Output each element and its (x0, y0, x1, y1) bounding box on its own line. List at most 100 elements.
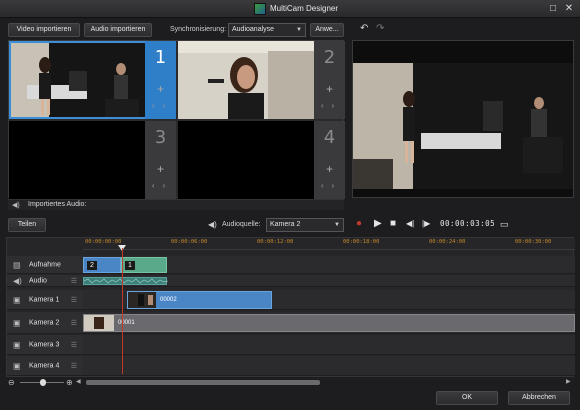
add-icon[interactable]: + (314, 163, 345, 175)
track-name: Kamera 3 (29, 341, 60, 348)
camera-3-controls: 3 + ‹› (145, 121, 176, 199)
preview-player (352, 40, 574, 198)
track-lane-camera-4[interactable] (83, 356, 575, 376)
ruler-tick: 00:00:00:00 (85, 239, 122, 245)
camera-icon: ▣ (13, 361, 21, 370)
sync-select[interactable]: Audioanalyse ▼ (228, 23, 306, 37)
audio-source-value: Kamera 2 (270, 221, 301, 228)
speaker-icon: ◀) (13, 276, 22, 285)
ruler-tick: 00:00:24:00 (429, 239, 466, 245)
camera-3-number: 3 (154, 127, 167, 148)
camera-1-thumbnail (9, 41, 145, 119)
import-audio-button[interactable]: Audio importieren (84, 23, 152, 37)
clip-name: 00002 (160, 297, 177, 303)
camera-2-number: 2 (323, 47, 336, 68)
apply-button[interactable]: Anwe... (310, 23, 344, 37)
audio-clip[interactable] (83, 277, 169, 285)
menu-icon[interactable]: ☰ (71, 362, 77, 370)
maximize-button[interactable]: □ (547, 3, 559, 15)
chevron-down-icon: ▼ (296, 27, 302, 33)
recording-icon: ▤ (13, 260, 21, 269)
redo-icon[interactable]: ↷ (376, 23, 384, 34)
camera-cell-4[interactable]: 4 + ‹› (178, 121, 345, 199)
stop-icon[interactable]: ■ (390, 217, 396, 231)
track-header-recording: ▤ Aufnahme (7, 256, 83, 274)
ok-button[interactable]: OK (436, 391, 498, 405)
add-icon[interactable]: + (314, 83, 345, 95)
camera-cell-1[interactable]: 1 + ‹› (9, 41, 176, 119)
play-icon[interactable]: ▶ (374, 217, 382, 231)
track-lane-audio[interactable] (83, 275, 575, 287)
camera-icon: ▣ (13, 295, 21, 304)
cancel-button[interactable]: Abbrechen (508, 391, 570, 405)
zoom-slider-handle[interactable] (40, 379, 46, 386)
track-name: Kamera 2 (29, 319, 60, 326)
track-header-audio: ◀) Audio ☰ (7, 275, 83, 287)
camera-2-controls: 2 + ‹› (314, 41, 345, 119)
transport-controls: ● ▶ ■ ◀| |▶ 00:00:03:05 ▭ (352, 216, 574, 232)
track-header-camera-4: ▣ Kamera 4 ☰ (7, 356, 83, 376)
track-name: Aufnahme (29, 261, 61, 268)
track-name: Kamera 4 (29, 362, 60, 369)
menu-icon[interactable]: ☰ (71, 319, 77, 327)
camera-2-thumbnail (178, 41, 314, 119)
undo-icon[interactable]: ↶ (360, 23, 368, 34)
record-icon[interactable]: ● (356, 217, 362, 231)
camera-icon: ▣ (13, 318, 21, 327)
ruler-tick: 00:00:06:00 (171, 239, 208, 245)
menu-icon[interactable]: ☰ (71, 341, 77, 349)
speaker-icon: ◀) (12, 202, 20, 209)
audio-source-label: Audioquelle: (222, 221, 261, 228)
camera-1-controls: 1 + ‹› (145, 41, 176, 119)
track-lane-camera-3[interactable] (83, 335, 575, 355)
title-bar: MultiCam Designer □ ✕ (0, 0, 580, 18)
camera-3-nav-arrows[interactable]: ‹› (145, 181, 176, 190)
camera-2-nav-arrows[interactable]: ‹› (314, 101, 345, 110)
app-logo-icon (254, 3, 266, 15)
video-clip[interactable]: 00002 (127, 291, 272, 309)
camera-4-number: 4 (323, 127, 336, 148)
camera-1-nav-arrows[interactable]: ‹› (145, 101, 176, 110)
fullscreen-icon[interactable]: ▭ (500, 217, 509, 231)
recording-clip[interactable]: 1 (121, 257, 167, 273)
sync-label: Synchronisierung: (170, 26, 227, 33)
camera-4-controls: 4 + ‹› (314, 121, 345, 199)
playhead-line (122, 248, 123, 374)
add-icon[interactable]: + (145, 83, 176, 95)
close-button[interactable]: ✕ (563, 3, 575, 15)
timecode: 00:00:03:05 (440, 219, 496, 228)
recording-clip[interactable]: 2 (83, 257, 121, 273)
imported-audio-bar: ◀) Importiertes Audio: (8, 199, 344, 210)
ruler-tick: 00:00:30:00 (515, 239, 552, 245)
track-name: Kamera 1 (29, 296, 60, 303)
track-lane-camera-2[interactable]: 00001 (83, 312, 575, 334)
previous-frame-icon[interactable]: ◀| (406, 217, 414, 231)
menu-icon[interactable]: ☰ (71, 277, 77, 285)
speaker-icon: ◀) (208, 220, 217, 229)
import-video-button[interactable]: Video importieren (8, 23, 80, 37)
audio-waveform (83, 278, 169, 284)
video-clip[interactable]: 00001 (83, 314, 575, 332)
camera-cell-3[interactable]: 3 + ‹› (9, 121, 176, 199)
time-ruler[interactable]: 00:00:00:00 00:00:06:00 00:00:12:00 00:0… (83, 238, 575, 250)
camera-cell-2[interactable]: 2 + ‹› (178, 41, 345, 119)
camera-4-nav-arrows[interactable]: ‹› (314, 181, 345, 190)
menu-icon[interactable]: ☰ (71, 296, 77, 304)
track-lane-camera-1[interactable]: 00002 (83, 290, 575, 310)
horizontal-scrollbar-thumb[interactable] (86, 380, 320, 385)
zoom-in-icon[interactable]: ⊕ (66, 378, 73, 387)
add-icon[interactable]: + (145, 163, 176, 175)
clip-camera-badge: 1 (125, 261, 135, 270)
zoom-out-icon[interactable]: ⊖ (8, 378, 15, 387)
clip-thumbnail (84, 315, 114, 331)
scroll-right-icon[interactable]: ▶ (566, 378, 571, 387)
next-frame-icon[interactable]: |▶ (422, 217, 430, 231)
timeline: 00:00:00:00 00:00:06:00 00:00:12:00 00:0… (6, 237, 575, 377)
split-button[interactable]: Teilen (8, 218, 46, 232)
audio-source-select[interactable]: Kamera 2 ▼ (266, 218, 344, 232)
ruler-tick: 00:00:18:00 (343, 239, 380, 245)
scroll-left-icon[interactable]: ◀ (76, 378, 81, 387)
sync-value: Audioanalyse (232, 26, 275, 33)
clip-thumbnail (128, 292, 156, 308)
track-lane-recording[interactable]: 2 1 (83, 256, 575, 274)
